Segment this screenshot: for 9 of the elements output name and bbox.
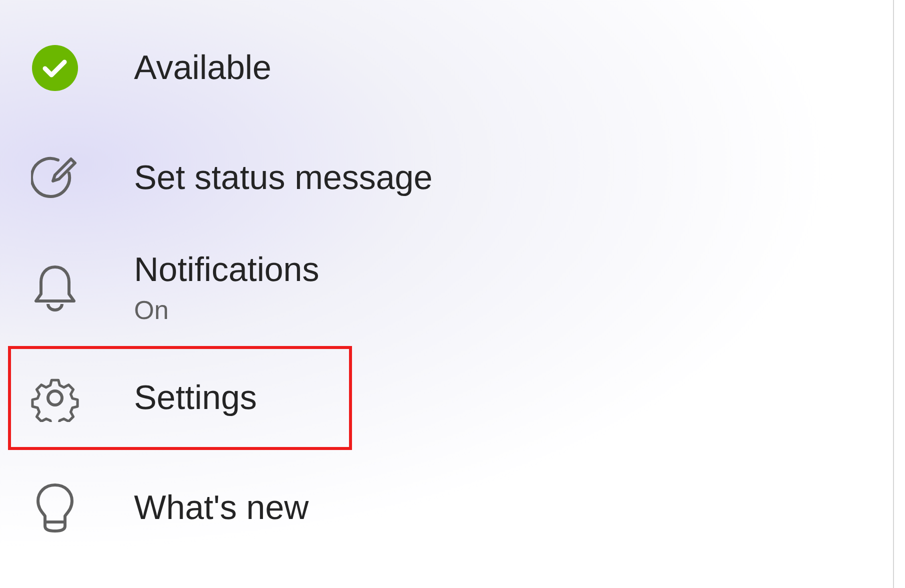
notification-state: On [134,294,170,326]
menu-item[interactable]: Available [8,16,352,120]
menu-item[interactable]: Notifications On [8,236,352,340]
menu-item[interactable]: Settings [8,346,352,450]
menu-item[interactable]: What's new [8,456,352,560]
menu-item[interactable]: Set status message [8,126,444,230]
bell-icon [33,264,77,312]
lightbulb-icon [35,483,75,533]
available-status-icon [32,45,78,91]
